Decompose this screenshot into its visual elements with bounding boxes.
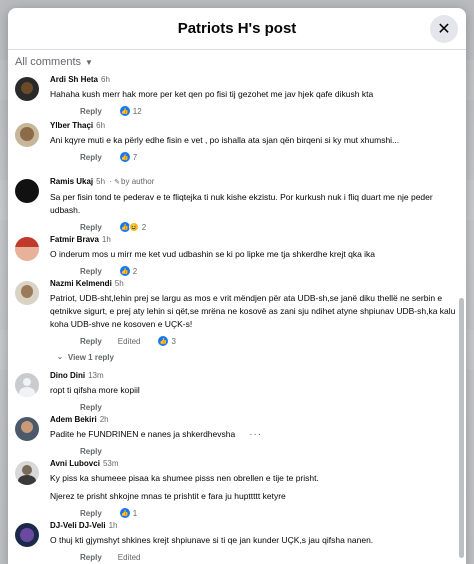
haha-icon: 😆 <box>128 222 139 232</box>
comment-author[interactable]: Dino Dini <box>50 371 85 380</box>
close-button[interactable]: ✕ <box>430 15 458 43</box>
comment-text: Hahaha kush merr hak more per ket qen po… <box>50 89 374 99</box>
sort-label: All comments <box>15 56 82 68</box>
comment-author[interactable]: DJ-Veli DJ-Veli <box>50 521 106 530</box>
comment-author[interactable]: Nazmi Kelmendi <box>50 279 112 288</box>
like-icon: 👍 <box>158 336 169 346</box>
scrollbar[interactable] <box>459 298 464 558</box>
reaction-summary[interactable]: 👍 😆 2 <box>119 222 147 232</box>
avatar[interactable] <box>15 281 39 305</box>
reaction-summary[interactable]: 👍 3 <box>158 336 176 346</box>
comment-item: Adem Bekiri 2h Padite he FUNDRINEN e nane… <box>15 414 456 458</box>
author-badge: · ✎by author <box>107 177 155 186</box>
like-icon: 👍 <box>119 152 130 162</box>
comment-text: O thuj kti gjymshyt shkines krejt shpiun… <box>50 535 374 545</box>
reply-button[interactable]: Reply <box>80 153 102 162</box>
reaction-count: 2 <box>132 266 138 276</box>
avatar[interactable] <box>15 461 39 485</box>
comment-text-line-2: Njerez te prisht shkojne mnas te prishti… <box>50 491 286 501</box>
modal-header: Patriots H's post ✕ <box>8 8 466 50</box>
comment-item: Nazmi Kelmendi 5h Patriot, UDB-sht,lehin … <box>15 278 456 350</box>
edited-label: Edited <box>117 552 141 562</box>
comment-item: Ardi Sh Heta 6h Hahaha kush merr hak more… <box>15 74 456 120</box>
comment-item: Avni Lubovci 53m Ky piss ka shumeee pisaa… <box>15 458 456 520</box>
comment-author[interactable]: Fatmir Brava <box>50 235 99 244</box>
reply-button[interactable]: Reply <box>80 553 102 562</box>
avatar[interactable] <box>15 523 39 547</box>
comment-author[interactable]: Ylber Thaçi <box>50 121 93 130</box>
comment-item: Ylber Thaçi 6h Ani kqyre muti e ka përly … <box>15 120 456 176</box>
comment-time[interactable]: 13m <box>88 371 104 380</box>
reply-button[interactable]: Reply <box>80 267 102 276</box>
more-options-button[interactable]: ··· <box>249 429 262 440</box>
comment-author[interactable]: Ramis Ukaj <box>50 177 93 186</box>
reply-button[interactable]: Reply <box>80 403 102 412</box>
like-icon: 👍 <box>119 508 130 518</box>
avatar[interactable] <box>15 417 39 441</box>
like-icon: 👍 <box>119 106 130 116</box>
comments-modal: Patriots H's post ✕ All comments ▼ Ardi … <box>8 8 466 564</box>
reaction-count: 3 <box>171 336 176 346</box>
close-icon: ✕ <box>437 21 451 38</box>
view-replies-button[interactable]: ⌄ View 1 reply <box>57 350 456 364</box>
comment-text: Sa per fisin tond te pederav e te fliqte… <box>50 192 433 215</box>
avatar[interactable] <box>15 373 39 397</box>
comment-text: Ky piss ka shumeee pisaa ka shumee pisss… <box>50 473 319 483</box>
comment-text: O inderum mos u mirr me ket vud udbashin… <box>50 249 376 259</box>
avatar[interactable] <box>15 123 39 147</box>
reaction-summary[interactable]: 👍 7 <box>119 152 138 162</box>
comment-time[interactable]: 1h <box>109 521 118 530</box>
pen-icon: ✎ <box>114 179 121 186</box>
comment-text: Patriot, UDB-sht,lehin prej se largu as … <box>50 293 456 329</box>
reply-button[interactable]: Reply <box>80 447 102 456</box>
reply-button[interactable]: Reply <box>80 107 102 116</box>
comment-sort-dropdown[interactable]: All comments ▼ <box>8 50 466 74</box>
comment-time[interactable]: 2h <box>100 415 109 424</box>
comment-text: Ani kqyre muti e ka përly edhe fisin e v… <box>50 135 400 145</box>
reaction-summary[interactable]: 👍 1 <box>119 508 138 518</box>
comment-item: Ramis Ukaj 5h · ✎by author Sa per fisin t… <box>15 176 456 234</box>
comment-time[interactable]: 5h <box>115 279 124 288</box>
comment-time[interactable]: 1h <box>102 235 111 244</box>
comment-item: Dino Dini 13m ropt ti qifsha more kopiil … <box>15 370 456 414</box>
reply-button[interactable]: Reply <box>80 509 102 518</box>
like-icon: 👍 <box>119 266 130 276</box>
comment-time[interactable]: 6h <box>96 121 105 130</box>
reaction-count: 1 <box>132 508 138 518</box>
chevron-down-icon: ▼ <box>85 57 93 67</box>
comment-author[interactable]: Ardi Sh Heta <box>50 75 98 84</box>
reaction-count: 2 <box>141 222 147 232</box>
edited-label: Edited <box>117 336 141 346</box>
avatar[interactable] <box>15 77 39 101</box>
reaction-count: 12 <box>132 106 142 116</box>
comment-time[interactable]: 5h <box>96 177 105 186</box>
comment-author[interactable]: Adem Bekiri <box>50 415 97 424</box>
modal-title: Patriots H's post <box>177 20 297 37</box>
reply-button[interactable]: Reply <box>80 223 102 232</box>
comment-item: DJ-Veli DJ-Veli 1h O thuj kti gjymshyt sh… <box>15 520 456 564</box>
chevron-down-icon: ⌄ <box>57 354 63 361</box>
comment-time[interactable]: 6h <box>101 75 110 84</box>
reply-button[interactable]: Reply <box>80 337 102 346</box>
comment-author[interactable]: Avni Lubovci <box>50 459 100 468</box>
avatar[interactable] <box>15 237 39 261</box>
comment-time[interactable]: 53m <box>103 459 119 468</box>
reaction-summary[interactable]: 👍 2 <box>119 266 138 276</box>
reaction-summary[interactable]: 👍 12 <box>119 106 142 116</box>
comment-text: Padite he FUNDRINEN e nanes ja shkerdhev… <box>50 429 263 440</box>
avatar[interactable] <box>15 179 39 203</box>
comment-text: ropt ti qifsha more kopiil <box>50 385 140 395</box>
comments-list: Ardi Sh Heta 6h Hahaha kush merr hak more… <box>8 74 466 564</box>
comment-item: Fatmir Brava 1h O inderum mos u mirr me k… <box>15 234 456 278</box>
reaction-count: 7 <box>132 152 138 162</box>
